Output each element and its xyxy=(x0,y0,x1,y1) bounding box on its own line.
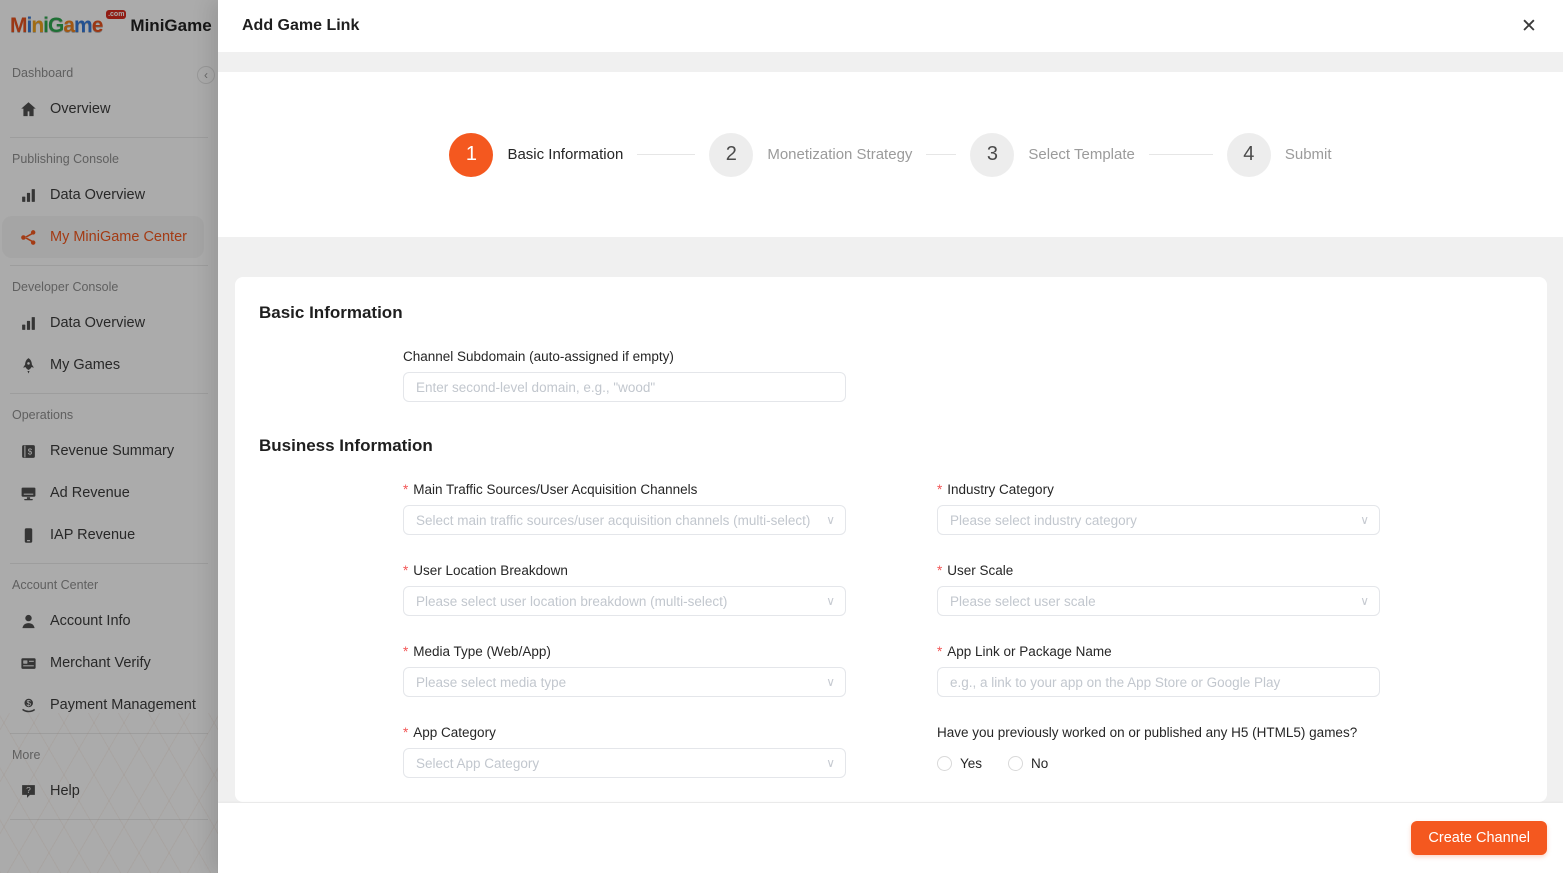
chevron-down-icon: ∨ xyxy=(826,756,835,770)
select-placeholder: Please select industry category xyxy=(950,512,1137,528)
business-fields-grid: * Main Traffic Sources/User Acquisition C… xyxy=(403,482,1523,778)
field-media-type: * Media Type (Web/App) Please select medi… xyxy=(403,644,846,697)
stepper: 1 Basic Information 2 Monetization Strat… xyxy=(218,72,1563,237)
step-number-badge: 3 xyxy=(970,132,1015,177)
field-user-location-breakdown: * User Location Breakdown Please select u… xyxy=(403,563,846,616)
main-traffic-sources-select[interactable]: Select main traffic sources/user acquisi… xyxy=(403,505,846,535)
radio-label: No xyxy=(1031,755,1049,771)
step-number-badge: 2 xyxy=(709,132,754,177)
step-label: Select Template xyxy=(1028,146,1135,163)
step-select-template: 3 Select Template xyxy=(970,132,1135,177)
industry-category-select[interactable]: Please select industry category ∨ xyxy=(937,505,1380,535)
radio-label: Yes xyxy=(960,755,983,771)
modal-body: 1 Basic Information 2 Monetization Strat… xyxy=(218,52,1563,803)
field-label: Media Type (Web/App) xyxy=(413,644,551,659)
field-app-category: * App Category Select App Category ∨ xyxy=(403,725,846,778)
user-scale-select[interactable]: Please select user scale ∨ xyxy=(937,586,1380,616)
field-label: App Link or Package Name xyxy=(947,644,1112,659)
required-marker: * xyxy=(403,482,409,497)
required-marker: * xyxy=(403,725,409,740)
field-label: Have you previously worked on or publish… xyxy=(937,725,1358,740)
step-label: Submit xyxy=(1284,146,1332,163)
channel-subdomain-input[interactable] xyxy=(403,372,846,402)
app-root: MiniGame .com MiniGame Dashboard Overview… xyxy=(0,0,1563,873)
user-location-breakdown-select[interactable]: Please select user location breakdown (m… xyxy=(403,586,846,616)
step-number-badge: 4 xyxy=(1226,132,1271,177)
field-label: Industry Category xyxy=(947,482,1054,497)
create-channel-button[interactable]: Create Channel xyxy=(1411,821,1547,855)
h5-radio-group: Yes No xyxy=(937,748,1380,778)
add-game-link-modal: Add Game Link ✕ 1 Basic Information 2 Mo… xyxy=(218,0,1563,873)
select-placeholder: Please select user location breakdown (m… xyxy=(416,593,728,609)
field-app-link: * App Link or Package Name xyxy=(937,644,1380,697)
required-marker: * xyxy=(403,563,409,578)
chevron-down-icon: ∨ xyxy=(826,513,835,527)
step-number-badge: 1 xyxy=(449,132,494,177)
radio-yes[interactable]: Yes xyxy=(937,755,983,771)
field-industry-category: * Industry Category Please select industr… xyxy=(937,482,1380,535)
required-marker: * xyxy=(937,482,943,497)
select-placeholder: Select App Category xyxy=(416,755,540,771)
modal-header: Add Game Link ✕ xyxy=(218,0,1563,52)
radio-circle-icon xyxy=(1008,755,1024,771)
step-label: Monetization Strategy xyxy=(767,146,913,163)
step-connector xyxy=(637,154,696,155)
field-main-traffic-sources: * Main Traffic Sources/User Acquisition C… xyxy=(403,482,846,535)
step-monetization-strategy: 2 Monetization Strategy xyxy=(709,132,913,177)
app-link-input[interactable] xyxy=(937,667,1380,697)
media-type-select[interactable]: Please select media type ∨ xyxy=(403,667,846,697)
radio-no[interactable]: No xyxy=(1008,755,1049,771)
field-label: Main Traffic Sources/User Acquisition Ch… xyxy=(413,482,698,497)
select-placeholder: Select main traffic sources/user acquisi… xyxy=(416,512,811,528)
field-label: App Category xyxy=(413,725,496,740)
step-submit: 4 Submit xyxy=(1226,132,1332,177)
chevron-down-icon: ∨ xyxy=(826,675,835,689)
step-connector xyxy=(1148,154,1213,155)
step-connector xyxy=(926,154,957,155)
required-marker: * xyxy=(937,563,943,578)
field-user-scale: * User Scale Please select user scale ∨ xyxy=(937,563,1380,616)
close-icon[interactable]: ✕ xyxy=(1509,6,1549,46)
modal-footer: Create Channel xyxy=(218,803,1563,873)
required-marker: * xyxy=(403,644,409,659)
business-information-heading: Business Information xyxy=(259,436,433,455)
modal-overlay-mask[interactable] xyxy=(0,0,218,873)
step-label: Basic Information xyxy=(507,146,624,163)
basic-information-heading: Basic Information xyxy=(259,303,403,322)
required-marker: * xyxy=(937,644,943,659)
field-h5-question: Have you previously worked on or publish… xyxy=(937,725,1380,778)
field-channel-subdomain: Channel Subdomain (auto-assigned if empt… xyxy=(403,349,1523,402)
form-card: Basic Information Channel Subdomain (aut… xyxy=(235,277,1547,802)
modal-title: Add Game Link xyxy=(242,17,360,34)
field-label: Channel Subdomain (auto-assigned if empt… xyxy=(403,349,674,364)
step-basic-information: 1 Basic Information xyxy=(449,132,624,177)
field-label: User Location Breakdown xyxy=(413,563,568,578)
app-category-select[interactable]: Select App Category ∨ xyxy=(403,748,846,778)
chevron-down-icon: ∨ xyxy=(826,594,835,608)
chevron-down-icon: ∨ xyxy=(1360,513,1369,527)
field-label: User Scale xyxy=(947,563,1014,578)
select-placeholder: Please select user scale xyxy=(950,593,1096,609)
radio-circle-icon xyxy=(937,755,952,771)
chevron-down-icon: ∨ xyxy=(1360,594,1369,608)
select-placeholder: Please select media type xyxy=(416,674,567,690)
